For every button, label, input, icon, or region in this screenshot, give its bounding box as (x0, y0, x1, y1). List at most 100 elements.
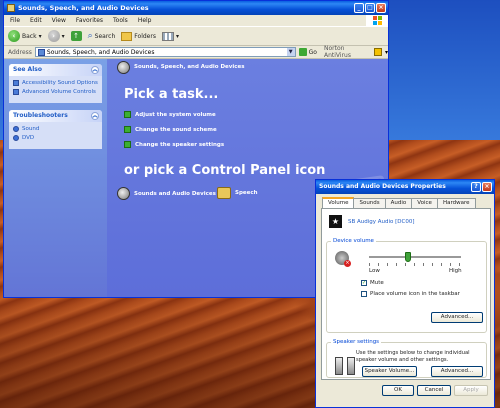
close-button[interactable]: × (376, 3, 386, 13)
help-button[interactable]: ? (471, 182, 481, 192)
back-arrow-icon: ‹ (8, 30, 20, 42)
speech-icon (217, 187, 231, 199)
folders-button[interactable]: Folders (121, 31, 156, 41)
volume-slider-ticks (369, 263, 461, 266)
control-panel-icon (37, 48, 45, 56)
see-also-header[interactable]: See Also ︽ (9, 64, 102, 76)
volume-slider-track[interactable] (369, 256, 461, 258)
dialog-close-button[interactable]: × (482, 182, 492, 192)
up-button[interactable]: ↑ (70, 31, 82, 41)
see-also-panel: See Also ︽ Accessibility Sound Options A… (9, 64, 102, 103)
menu-tools[interactable]: Tools (113, 15, 128, 26)
collapse-icon[interactable]: ︽ (91, 66, 99, 74)
taskbar-icon-checkbox[interactable]: Place volume icon in the taskbar (361, 291, 460, 297)
volume-control-icon (13, 89, 19, 95)
search-label: Search (94, 32, 116, 40)
help-icon (13, 126, 19, 132)
task-arrow-icon (124, 141, 131, 148)
checkbox-box (361, 291, 367, 297)
collapse-icon[interactable]: ︽ (91, 112, 99, 120)
tab-hardware[interactable]: Hardware (436, 198, 476, 208)
search-icon: ⌕ (87, 31, 93, 41)
accessibility-icon (13, 80, 19, 86)
link-label: Sound (22, 126, 40, 132)
address-dropdown-button[interactable]: ▼ (286, 48, 295, 56)
minimize-button[interactable]: _ (354, 3, 364, 13)
speaker-icon (117, 60, 130, 74)
forward-button[interactable]: › ▾ (47, 30, 65, 42)
pick-icon-heading: or pick a Control Panel icon (124, 163, 326, 178)
views-icon (161, 31, 174, 41)
views-button[interactable]: ▾ (161, 31, 179, 41)
go-label: Go (308, 48, 317, 56)
chevron-down-icon: ▾ (175, 32, 179, 40)
link-advanced-volume-controls[interactable]: Advanced Volume Controls (13, 89, 98, 95)
back-button[interactable]: ‹ Back ▾ (8, 30, 42, 42)
speakers-icon (335, 357, 355, 375)
icon-label: Speech (235, 190, 258, 196)
see-also-title: See Also (13, 66, 42, 73)
windows-logo-icon (366, 15, 388, 26)
device-volume-label: Device volume (331, 238, 376, 244)
apply-button[interactable]: Apply (454, 385, 488, 396)
link-accessibility-sound-options[interactable]: Accessibility Sound Options (13, 80, 98, 86)
norton-icon[interactable] (374, 48, 382, 56)
go-button[interactable]: Go (298, 48, 317, 56)
volume-muted-icon: × (335, 251, 351, 267)
taskbar-label: Place volume icon in the taskbar (370, 291, 460, 297)
icon-sounds-audio-devices[interactable]: Sounds and Audio Devices (117, 187, 216, 200)
menu-favorites[interactable]: Favorites (76, 15, 103, 26)
ok-button[interactable]: OK (382, 385, 414, 396)
device-volume-group: Device volume × Low High ✓ Mute Place vo… (326, 238, 487, 333)
mute-icon: × (344, 260, 351, 267)
menu-bar: File Edit View Favorites Tools Help (4, 15, 388, 26)
task-change-sound-scheme[interactable]: Change the sound scheme (124, 126, 217, 133)
window-title: Sounds, Speech, and Audio Devices (18, 4, 149, 12)
category-header: Sounds, Speech, and Audio Devices (107, 59, 388, 75)
link-label: DVD (22, 135, 35, 141)
dialog-titlebar[interactable]: Sounds and Audio Devices Properties ? × (316, 180, 494, 194)
pick-task-heading: Pick a task... (124, 87, 219, 102)
tab-volume[interactable]: Volume (322, 197, 355, 208)
address-label: Address (8, 48, 32, 56)
tab-sounds[interactable]: Sounds (353, 198, 386, 208)
norton-label[interactable]: Norton AntiVirus (324, 45, 371, 59)
task-change-speaker-settings[interactable]: Change the speaker settings (124, 141, 224, 148)
device-name: SB Audigy Audio [DC00] (348, 218, 415, 225)
volume-tab-page: ★ SB Audigy Audio [DC00] Device volume ×… (321, 208, 491, 380)
troubleshooters-panel: Troubleshooters ︽ Sound DVD (9, 110, 102, 149)
folders-icon (121, 31, 133, 41)
menu-view[interactable]: View (52, 15, 66, 26)
tab-voice[interactable]: Voice (411, 198, 438, 208)
tab-audio[interactable]: Audio (384, 198, 413, 208)
window-titlebar[interactable]: Sounds, Speech, and Audio Devices _ □ × (4, 1, 388, 15)
toolbar: ‹ Back ▾ › ▾ ↑ ⌕ Search Folders ▾ (4, 26, 388, 46)
folder-up-icon: ↑ (70, 31, 82, 41)
mute-label: Mute (370, 280, 384, 286)
maximize-button[interactable]: □ (365, 3, 375, 13)
task-adjust-volume[interactable]: Adjust the system volume (124, 111, 216, 118)
icon-speech[interactable]: Speech (217, 187, 258, 199)
menu-help[interactable]: Help (138, 15, 152, 26)
go-arrow-icon (298, 48, 307, 56)
link-sound[interactable]: Sound (13, 126, 98, 132)
chevron-down-icon[interactable]: ▾ (385, 49, 388, 56)
troubleshooters-header[interactable]: Troubleshooters ︽ (9, 110, 102, 122)
device-row: ★ SB Audigy Audio [DC00] (329, 215, 415, 228)
link-dvd[interactable]: DVD (13, 135, 98, 141)
speaker-advanced-button[interactable]: Advanced... (431, 366, 483, 377)
mute-checkbox[interactable]: ✓ Mute (361, 280, 384, 286)
menu-edit[interactable]: Edit (30, 15, 42, 26)
address-input[interactable]: Sounds, Speech, and Audio Devices ▼ (34, 47, 296, 57)
search-button[interactable]: ⌕ Search (88, 31, 116, 41)
properties-dialog: Sounds and Audio Devices Properties ? × … (315, 179, 495, 408)
cancel-button[interactable]: Cancel (417, 385, 451, 396)
address-bar: Address Sounds, Speech, and Audio Device… (4, 45, 388, 59)
address-value: Sounds, Speech, and Audio Devices (46, 48, 155, 56)
menu-file[interactable]: File (10, 15, 20, 26)
volume-advanced-button[interactable]: Advanced... (431, 312, 483, 323)
speaker-settings-text: Use the settings below to change individ… (356, 350, 470, 363)
volume-slider-thumb[interactable] (404, 252, 411, 262)
speaker-volume-button[interactable]: Speaker Volume... (362, 366, 417, 377)
chevron-down-icon: ▾ (61, 32, 65, 40)
